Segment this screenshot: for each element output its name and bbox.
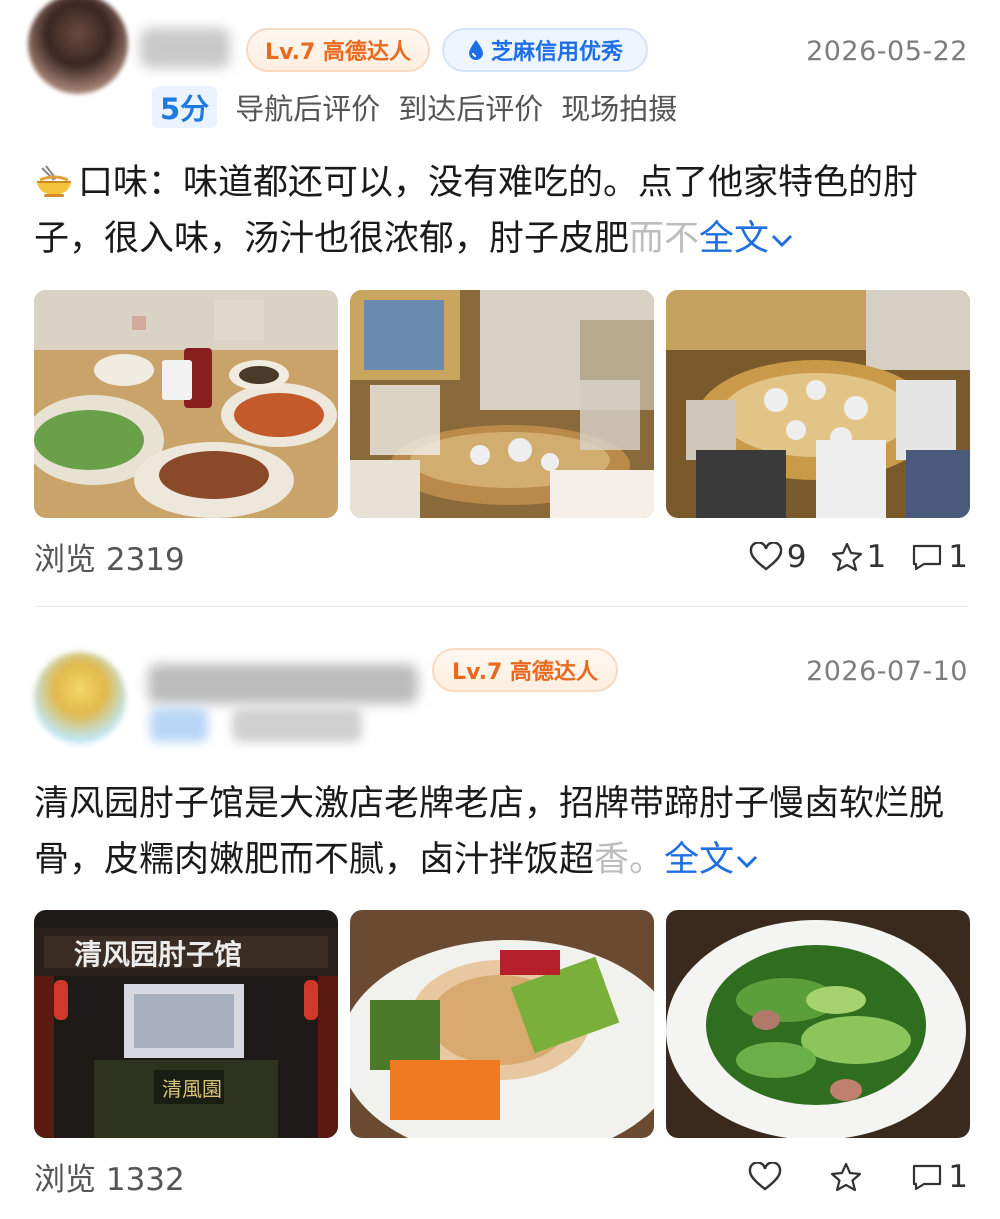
view-count: 浏览 1332: [34, 1162, 185, 1198]
score-badge: 5分: [152, 86, 218, 128]
heart-icon: [749, 541, 782, 571]
tag-blurred: [232, 708, 362, 742]
comment-count: 1: [948, 538, 968, 575]
view-count: 浏览 2319: [34, 542, 185, 578]
photo-grid: 清风园肘子馆 清風園: [34, 910, 970, 1138]
review-text[interactable]: 清风园肘子馆是大激店老牌老店，招牌带蹄肘子慢卤软烂脱骨，皮糯肉嫩肥而不腻，卤汁拌…: [34, 776, 974, 888]
review-photo[interactable]: [34, 290, 338, 518]
tag: 到达后评价: [398, 92, 544, 126]
level-badge: Lv.7 高德达人: [432, 648, 618, 692]
review-card: Lv.7 高德达人 2026-07-10 清风园肘子馆是大激店老牌老店，招牌带蹄…: [0, 620, 1000, 1219]
tag: 现场拍摄: [561, 92, 678, 126]
score-badge-blurred: [150, 708, 208, 742]
heart-icon: [749, 1161, 782, 1191]
water-drop-icon: [468, 40, 483, 60]
photo-grid: [34, 290, 970, 518]
credit-badge: 芝麻信用优秀: [442, 28, 648, 72]
review-stats: 浏览 1332 1: [34, 1154, 968, 1199]
review-text-main: 清风园肘子馆是大激店老牌老店，招牌带蹄肘子慢卤软烂脱骨，皮糯肉嫩肥而不腻，卤汁拌…: [34, 784, 945, 880]
like-button[interactable]: 9: [749, 539, 807, 575]
expand-full-text-link[interactable]: 全文: [664, 840, 760, 880]
like-button[interactable]: [748, 1161, 786, 1192]
svg-text:清风园肘子馆: 清风园肘子馆: [74, 938, 242, 971]
chevron-down-icon: [771, 234, 793, 248]
avatar[interactable]: [28, 0, 128, 94]
comment-icon: [913, 1164, 942, 1190]
review-photo[interactable]: [350, 910, 654, 1138]
favorite-button[interactable]: 1: [831, 538, 887, 575]
comment-button[interactable]: 1: [910, 1159, 968, 1195]
comment-button[interactable]: 1: [910, 539, 968, 575]
comment-icon: [913, 544, 942, 570]
tag: 导航后评价: [235, 92, 381, 126]
svg-text:清風園: 清風園: [162, 1077, 222, 1101]
review-text-faded: 香。: [594, 840, 665, 880]
credit-badge-label: 芝麻信用优秀: [490, 40, 623, 65]
star-icon: [831, 542, 862, 571]
divider: [34, 606, 968, 607]
level-badge: Lv.7 高德达人: [246, 28, 430, 72]
noodle-bowl-icon: [37, 165, 71, 197]
review-photo[interactable]: [666, 290, 970, 518]
avatar[interactable]: [34, 652, 126, 744]
username-blurred[interactable]: [148, 664, 418, 704]
review-card: Lv.7 高德达人 芝麻信用优秀 2026-05-22 5分 导航后评价 到达后…: [0, 0, 1000, 607]
chevron-down-icon: [736, 855, 758, 869]
username-blurred[interactable]: [140, 28, 230, 68]
favorite-count: 1: [866, 538, 887, 575]
review-text[interactable]: 口味：味道都还可以，没有难吃的。点了他家特色的肘子，很入味，汤汁也很浓郁，肘子皮…: [34, 155, 974, 267]
review-date: 2026-05-22: [806, 36, 968, 67]
review-tags: 5分 导航后评价 到达后评价 现场拍摄: [152, 86, 677, 128]
review-photo[interactable]: 清风园肘子馆 清風園: [34, 910, 338, 1138]
review-text-faded: 而不: [629, 219, 700, 259]
comment-count: 1: [948, 1158, 968, 1195]
favorite-button[interactable]: [830, 1162, 866, 1192]
like-count: 9: [786, 538, 807, 575]
star-icon: [831, 1162, 862, 1191]
review-date: 2026-07-10: [806, 656, 968, 687]
review-photo[interactable]: [350, 290, 654, 518]
review-photo[interactable]: [666, 910, 970, 1138]
review-stats: 浏览 2319 9 1 1: [34, 534, 968, 579]
expand-full-text-link[interactable]: 全文: [699, 219, 795, 259]
